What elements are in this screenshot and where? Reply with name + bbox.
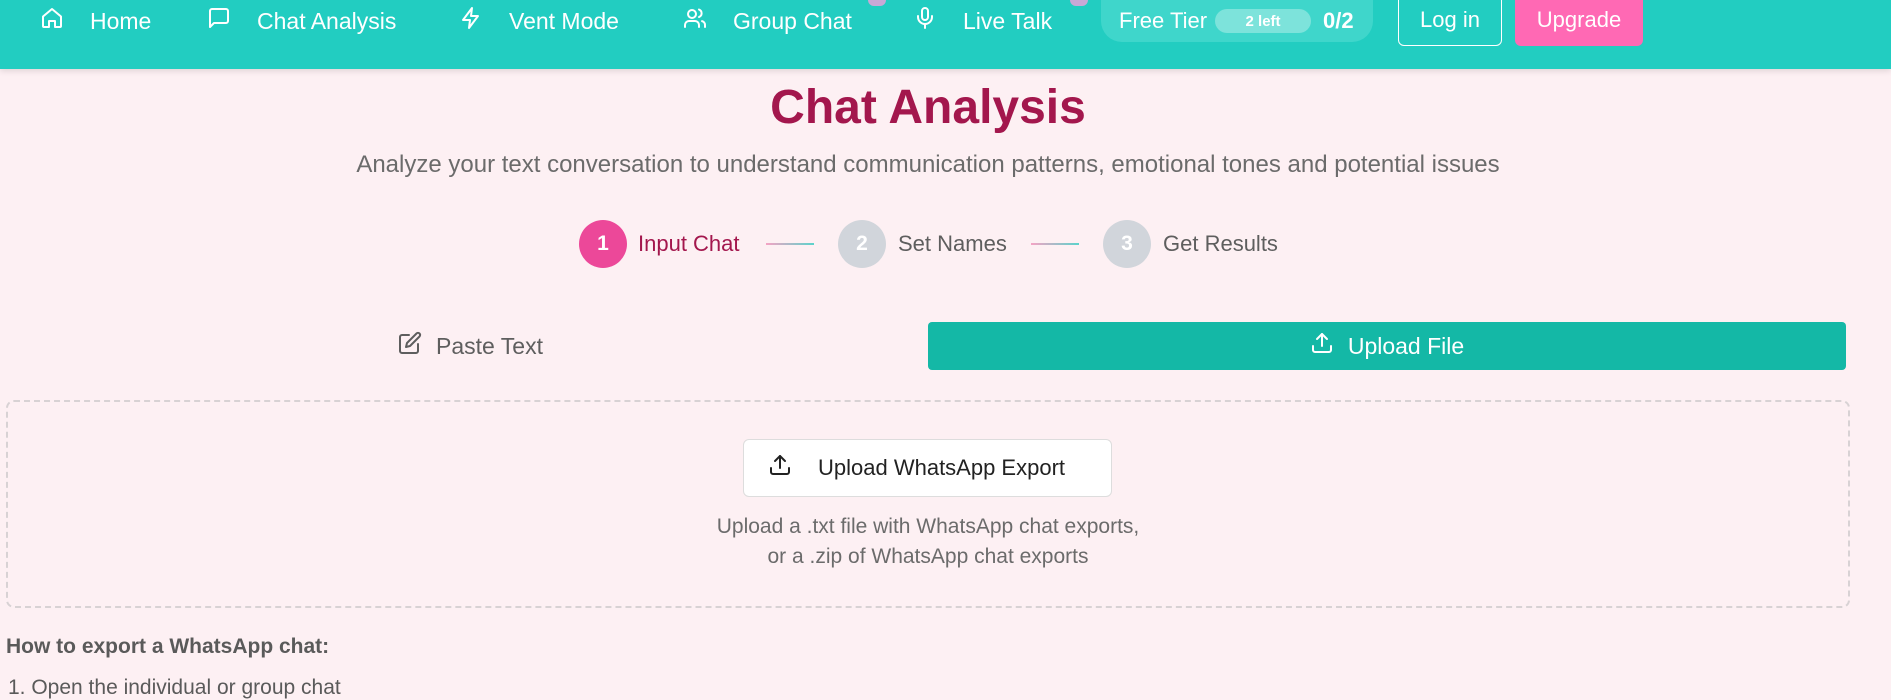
upload-icon xyxy=(744,453,818,483)
page-title: Chat Analysis xyxy=(770,81,1086,134)
step-connector-2 xyxy=(1031,243,1079,245)
nav-home[interactable]: Home xyxy=(40,0,151,42)
tab-upload-file-label: Upload File xyxy=(1347,332,1465,359)
step-1-circle: 1 xyxy=(579,220,627,268)
nav-chat-analysis[interactable]: Chat Analysis xyxy=(207,0,396,42)
step-3-circle: 3 xyxy=(1103,220,1151,268)
step-2-label: Set Names xyxy=(898,231,1007,256)
export-instruction-step: 1. Open the individual or group chat xyxy=(8,676,341,699)
live-talk-badge-dot xyxy=(1070,0,1088,6)
page-subtitle: Analyze your text conversation to unders… xyxy=(356,151,1500,178)
file-dropzone[interactable] xyxy=(6,400,1850,608)
message-square-icon xyxy=(207,6,231,36)
upload-help-line-2: or a .zip of WhatsApp chat exports xyxy=(767,545,1089,568)
step-2-circle: 2 xyxy=(838,220,886,268)
upload-whatsapp-export-label: Upload WhatsApp Export xyxy=(818,455,1066,480)
step-connector-1 xyxy=(766,243,814,245)
nav-group-chat-label: Group Chat xyxy=(733,7,852,34)
free-tier-badge: Free Tier 2 left 0/2 xyxy=(1101,0,1373,42)
export-instructions-title: How to export a WhatsApp chat: xyxy=(6,635,330,658)
top-nav: Home Chat Analysis Vent Mode Group Chat xyxy=(0,0,1891,69)
free-tier-remaining: 2 left xyxy=(1215,9,1312,33)
step-3-label: Get Results xyxy=(1163,231,1278,256)
zap-icon xyxy=(459,6,483,36)
tab-upload-file[interactable]: Upload File xyxy=(928,322,1846,370)
tab-paste-text[interactable]: Paste Text xyxy=(398,322,698,370)
edit-icon xyxy=(398,331,422,361)
nav-chat-analysis-label: Chat Analysis xyxy=(257,7,397,34)
nav-live-talk-label: Live Talk xyxy=(963,7,1053,34)
upload-icon xyxy=(1310,331,1334,361)
upload-help-line-1: Upload a .txt file with WhatsApp chat ex… xyxy=(716,515,1140,538)
login-button[interactable]: Log in xyxy=(1398,0,1502,46)
group-chat-badge-dot xyxy=(868,0,886,6)
step-1-label: Input Chat xyxy=(638,231,740,256)
nav-live-talk[interactable]: Live Talk xyxy=(913,0,1052,42)
nav-vent-mode-label: Vent Mode xyxy=(509,7,619,34)
free-tier-count: 0/2 xyxy=(1323,8,1354,33)
nav-home-label: Home xyxy=(90,7,152,34)
nav-group-chat[interactable]: Group Chat xyxy=(683,0,852,42)
home-icon xyxy=(40,6,64,36)
upgrade-button[interactable]: Upgrade xyxy=(1515,0,1643,46)
upload-whatsapp-export-button[interactable]: Upload WhatsApp Export xyxy=(743,439,1112,497)
upload-help-text: Upload a .txt file with WhatsApp chat ex… xyxy=(0,512,1856,572)
users-icon xyxy=(683,6,707,36)
nav-vent-mode[interactable]: Vent Mode xyxy=(459,0,619,42)
free-tier-label: Free Tier xyxy=(1119,8,1208,33)
mic-icon xyxy=(913,6,937,36)
tab-paste-text-label: Paste Text xyxy=(436,332,543,359)
